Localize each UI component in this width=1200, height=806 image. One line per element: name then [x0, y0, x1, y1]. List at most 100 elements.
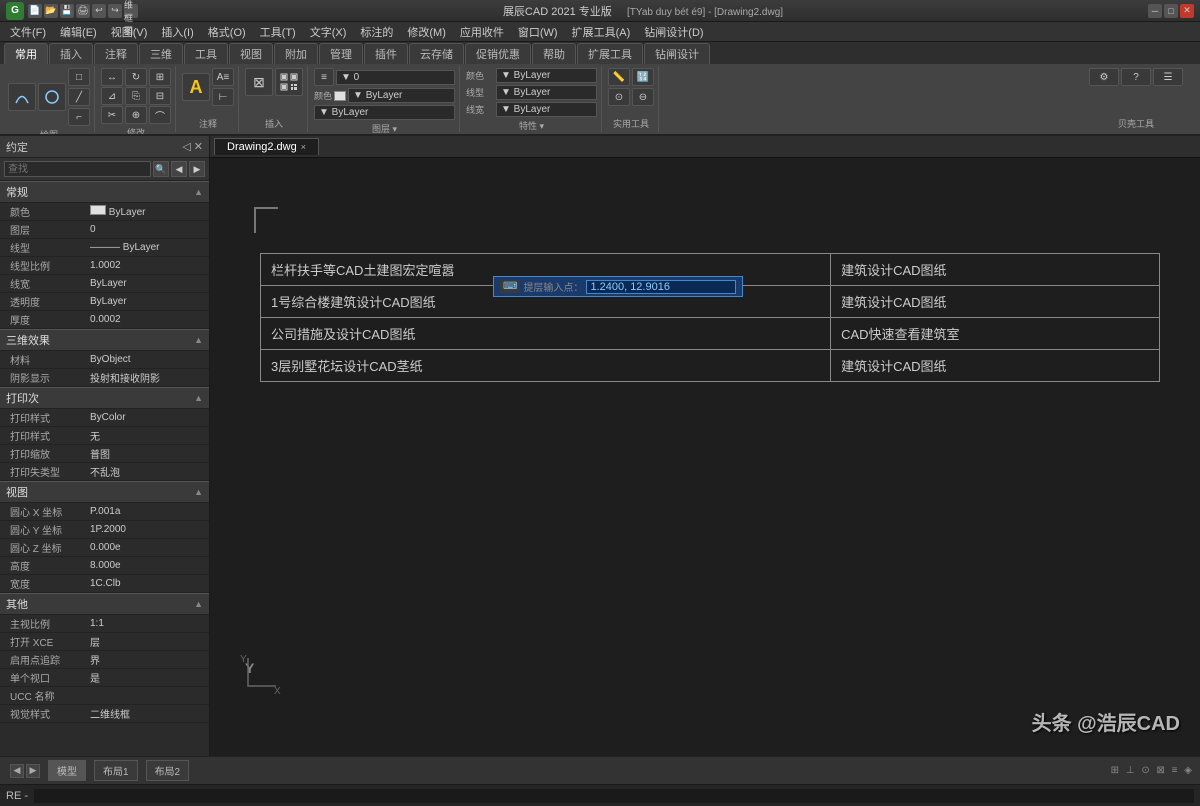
undo-icon[interactable]: ↩ — [92, 4, 106, 18]
menu-item-edit[interactable]: 编辑(E) — [54, 23, 103, 41]
scale-icon[interactable]: ⊞ — [149, 68, 171, 86]
menu-item-drill[interactable]: 钻闸设计(D) — [638, 23, 709, 41]
search-next-button[interactable]: ▶ — [189, 161, 205, 177]
help-icon[interactable]: ? — [1121, 68, 1151, 86]
line-icon[interactable]: ╱ — [68, 88, 90, 106]
lineweight-icon[interactable]: ≡ — [1172, 765, 1178, 776]
menu-item-view[interactable]: 视图(V) — [105, 23, 154, 41]
status-tab-model[interactable]: 模型 — [48, 760, 86, 781]
copy-icon[interactable]: ⎘ — [125, 87, 147, 105]
ribbon-tab-drill[interactable]: 钻闸设计 — [644, 43, 710, 64]
close-button[interactable]: ✕ — [1180, 4, 1194, 18]
layer-color-swatch[interactable] — [334, 91, 346, 101]
redo-icon[interactable]: ↪ — [108, 4, 122, 18]
polar-icon[interactable]: ⊙ — [1141, 765, 1149, 776]
linewidth-dropdown[interactable]: ▼ ByLayer — [496, 102, 597, 117]
ribbon-tab-home[interactable]: 常用 — [4, 43, 48, 64]
status-tab-layout1[interactable]: 布局1 — [94, 760, 138, 781]
ribbon-tab-insert[interactable]: 插入 — [49, 43, 93, 64]
new-icon[interactable]: 📄 — [28, 4, 42, 18]
property-search-input[interactable] — [4, 161, 151, 177]
status-tab-layout2[interactable]: 布局2 — [146, 760, 190, 781]
ribbon-tab-tools[interactable]: 工具 — [184, 43, 228, 64]
ribbon-tab-manage[interactable]: 管理 — [319, 43, 363, 64]
search-button[interactable]: 🔍 — [153, 161, 169, 177]
menu-item-extend[interactable]: 扩展工具(A) — [566, 23, 637, 41]
extra-icon[interactable]: ☰ — [1153, 68, 1183, 86]
section-general[interactable]: 常规 ▲ — [0, 181, 209, 203]
section-viewport[interactable]: 视图 ▲ — [0, 481, 209, 503]
panel-close-btn[interactable]: ✕ — [194, 140, 203, 153]
rotate-icon[interactable]: ↻ — [125, 68, 147, 86]
panel-left-arrow[interactable]: ◁ — [182, 140, 190, 153]
arc-icon[interactable] — [8, 83, 36, 111]
save-icon[interactable]: 💾 — [60, 4, 74, 18]
layer-select[interactable]: ▼ 0 — [336, 70, 455, 85]
polyline-icon[interactable]: ⌐ — [68, 108, 90, 126]
mirror-icon[interactable]: ⊿ — [101, 87, 123, 105]
ribbon-tab-plugin[interactable]: 插件 — [364, 43, 408, 64]
menu-item-insert[interactable]: 插入(I) — [155, 23, 199, 41]
linetype-dropdown[interactable]: ▼ ByLayer — [496, 85, 597, 100]
rect-icon[interactable]: □ — [68, 68, 90, 86]
command-input[interactable] — [34, 789, 1194, 803]
search-prev-button[interactable]: ◀ — [171, 161, 187, 177]
ortho-icon[interactable]: ⊥ — [1126, 765, 1135, 776]
menu-item-apps[interactable]: 应用收件 — [454, 23, 510, 41]
section-print[interactable]: 打印次 ▲ — [0, 387, 209, 409]
canvas-area[interactable]: 栏杆扶手等CAD土建图宏定喧嚣 建筑设计CAD图纸 1号综合楼建筑设计CAD图纸… — [210, 158, 1200, 756]
dynmode-icon[interactable]: ◈ — [1184, 765, 1192, 776]
menu-item-tools[interactable]: 工具(T) — [254, 23, 302, 41]
osnap-icon[interactable]: ⊠ — [1157, 765, 1165, 776]
fillet-icon[interactable]: ⌒ — [149, 106, 171, 124]
move-icon[interactable]: ↔ — [101, 68, 123, 86]
input-popup-field[interactable] — [586, 280, 736, 294]
viewall-icon[interactable]: ⊙ — [608, 88, 630, 106]
menu-item-dimension[interactable]: 标注的 — [354, 23, 399, 41]
ribbon-tab-promo[interactable]: 促销优惠 — [465, 43, 531, 64]
config-icon[interactable]: ⚙ — [1089, 68, 1119, 86]
dim-linear-icon[interactable]: ⊢ — [212, 88, 234, 106]
section-other[interactable]: 其他 ▲ — [0, 593, 209, 615]
extend-icon[interactable]: ⊕ — [125, 106, 147, 124]
layer-linetype-dropdown[interactable]: ▼ ByLayer — [314, 105, 455, 120]
layer-props-icon[interactable]: ≡ — [314, 68, 334, 86]
open-icon[interactable]: 📂 — [44, 4, 58, 18]
ribbon-tab-view[interactable]: 视图 — [229, 43, 273, 64]
section-3d[interactable]: 三维效果 ▲ — [0, 329, 209, 351]
maximize-button[interactable]: □ — [1164, 4, 1178, 18]
menu-item-window[interactable]: 窗口(W) — [512, 23, 564, 41]
print-icon[interactable]: 🖨 — [76, 4, 90, 18]
calc-icon[interactable]: 🔢 — [632, 68, 654, 86]
trim-icon[interactable]: ✂ — [101, 106, 123, 124]
ribbon-tab-addon[interactable]: 附加 — [274, 43, 318, 64]
ribbon-tab-3d[interactable]: 三维 — [139, 43, 183, 64]
menu-item-format[interactable]: 格式(O) — [202, 23, 252, 41]
menu-item-text[interactable]: 文字(X) — [304, 23, 353, 41]
drawing-area[interactable]: Drawing2.dwg × 栏杆扶手等CAD土建图宏定喧嚣 建筑设计CAD图纸… — [210, 136, 1200, 756]
text-icon[interactable]: A — [182, 73, 210, 101]
ribbon-tab-annotate[interactable]: 注释 — [94, 43, 138, 64]
measure-icon[interactable]: 📏 — [608, 68, 630, 86]
snap-icon[interactable]: ⊞ — [1111, 765, 1119, 776]
doc-tab-drawing2[interactable]: Drawing2.dwg × — [214, 138, 319, 155]
layer-color-dropdown[interactable]: ▼ ByLayer — [348, 88, 455, 103]
qrcode-icon[interactable] — [275, 68, 303, 96]
menu-item-modify[interactable]: 修改(M) — [401, 23, 452, 41]
nav-right-arrow[interactable]: ▶ — [26, 764, 40, 778]
viewprev-icon[interactable]: ⊖ — [632, 88, 654, 106]
color-dropdown[interactable]: ▼ ByLayer — [496, 68, 597, 83]
ribbon-tab-cloud[interactable]: 云存储 — [409, 43, 464, 64]
menu-item-file[interactable]: 文件(F) — [4, 23, 52, 41]
ribbon-tab-ext[interactable]: 扩展工具 — [577, 43, 643, 64]
block-icon[interactable]: ⊠ — [245, 68, 273, 96]
ribbon-tab-help[interactable]: 帮助 — [532, 43, 576, 64]
doc-tab-close-icon[interactable]: × — [301, 142, 306, 152]
title-bar-controls: ─ □ ✕ — [1148, 4, 1194, 18]
nav-left-arrow[interactable]: ◀ — [10, 764, 24, 778]
offset-icon[interactable]: ⊟ — [149, 87, 171, 105]
2d-icon[interactable]: 二维框图 — [124, 4, 138, 18]
minimize-button[interactable]: ─ — [1148, 4, 1162, 18]
mtext-icon[interactable]: A≡ — [212, 68, 234, 86]
circle-icon[interactable] — [38, 83, 66, 111]
